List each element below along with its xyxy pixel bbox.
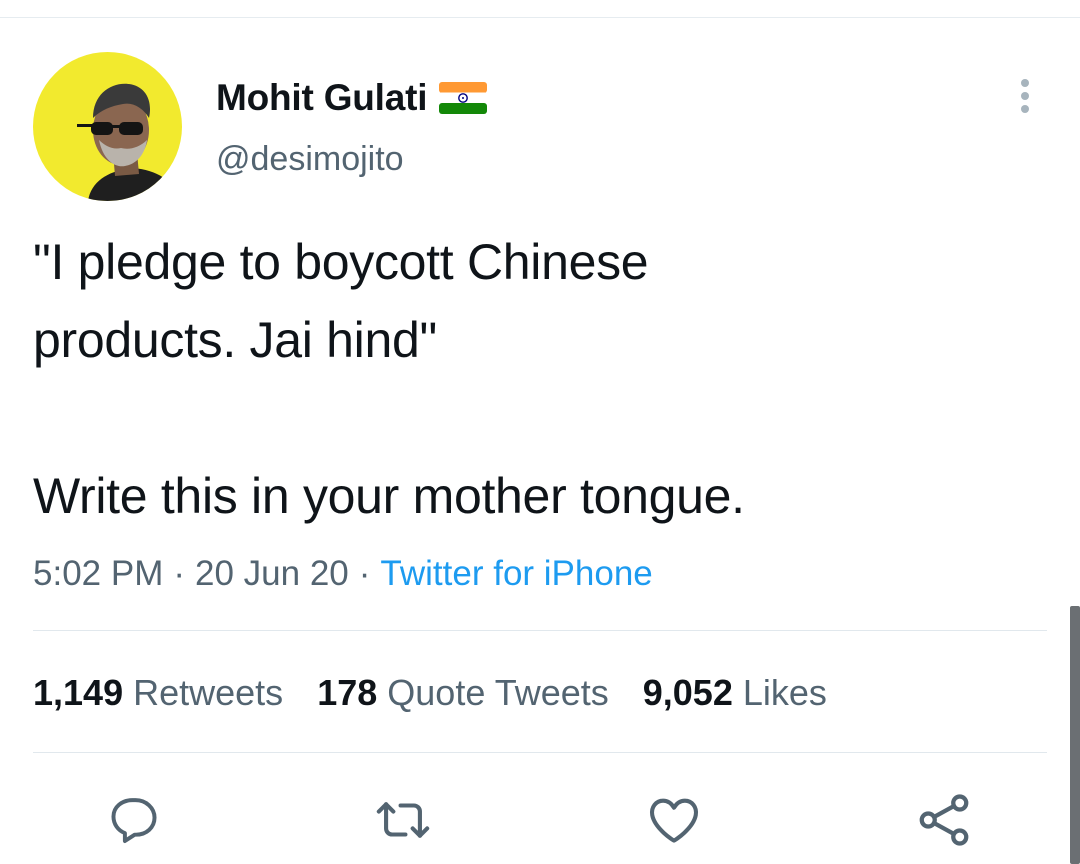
scrollbar-thumb[interactable]	[1070, 606, 1080, 864]
tweet-text: "I pledge to boycott Chinese products. J…	[33, 234, 745, 524]
retweets-count: 1,149	[33, 672, 124, 713]
share-icon	[919, 794, 969, 846]
avatar[interactable]	[33, 52, 182, 201]
retweets-stat[interactable]: 1,149 Retweets	[33, 671, 283, 715]
author-handle[interactable]: @desimojito	[216, 139, 404, 179]
meta-separator: ·	[173, 554, 186, 593]
retweets-label: Retweets	[133, 672, 284, 713]
tweet-date[interactable]: 20 Jun 20	[195, 554, 349, 593]
author-display-name[interactable]: Mohit Gulati	[216, 78, 428, 118]
share-button[interactable]	[914, 790, 974, 850]
author-name[interactable]: Mohit Gulati	[216, 78, 488, 118]
like-icon	[649, 798, 699, 843]
retweet-icon	[376, 802, 430, 838]
more-options-icon[interactable]	[1010, 76, 1040, 116]
likes-stat[interactable]: 9,052 Likes	[643, 671, 827, 715]
quote-tweets-count: 178	[317, 672, 378, 713]
retweet-button[interactable]	[373, 790, 433, 850]
tweet-time[interactable]: 5:02 PM	[33, 554, 163, 593]
likes-count: 9,052	[642, 672, 733, 713]
top-divider	[0, 17, 1080, 18]
like-button[interactable]	[644, 790, 704, 850]
meta-separator: ·	[358, 554, 371, 593]
reply-icon	[111, 798, 157, 843]
reply-button[interactable]	[104, 790, 164, 850]
avatar-photo-icon	[33, 52, 182, 201]
divider	[33, 752, 1047, 753]
india-flag-icon	[439, 82, 488, 114]
likes-label: Likes	[742, 672, 827, 713]
quote-tweets-label: Quote Tweets	[387, 672, 609, 713]
tweet-source-link[interactable]: Twitter for iPhone	[380, 554, 652, 593]
divider	[33, 630, 1047, 631]
quote-tweets-stat[interactable]: 178 Quote Tweets	[317, 671, 609, 715]
tweet-meta: 5:02 PM · 20 Jun 20 · Twitter for iPhone	[33, 553, 653, 595]
tweet-stats: 1,149 Retweets 178 Quote Tweets 9,052 Li…	[33, 671, 861, 715]
